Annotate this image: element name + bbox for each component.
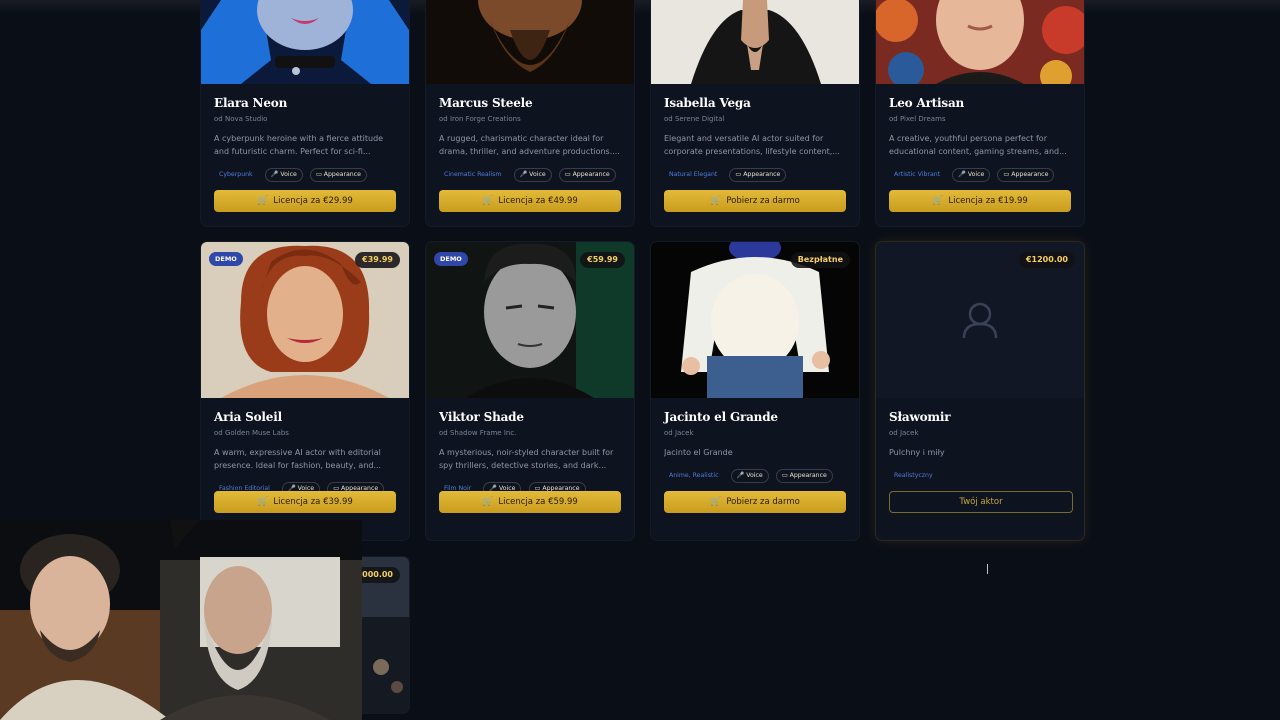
voice-tag: 🎤 Voice	[264, 167, 303, 182]
demo-badge: DEMO	[209, 252, 243, 266]
actor-author: od Golden Muse Labs	[214, 429, 289, 437]
actor-card-viktor-shade[interactable]: DEMO €59.99 Viktor Shade od Shadow Frame…	[426, 242, 634, 540]
actor-name: Sławomir	[889, 410, 951, 424]
actor-author: od Serene Digital	[664, 115, 725, 123]
actor-card-aria-soleil[interactable]: DEMO €39.99 Aria Soleil od Golden Muse L…	[201, 242, 409, 540]
cart-icon: 🛒	[257, 196, 269, 206]
actor-image: DEMO €39.99	[201, 242, 409, 398]
actor-author: od Iron Forge Creations	[439, 115, 521, 123]
voice-tag: 🎤 Voice	[730, 468, 769, 483]
your-actor-button[interactable]: Twój aktor	[889, 491, 1073, 513]
tag-list: Cinematic Realism 🎤 Voice ▭ Appearance	[439, 164, 621, 182]
appearance-tag: ▭ Appearance	[558, 167, 616, 182]
actor-author: od Nova Studio	[214, 115, 268, 123]
actor-card-slawomir[interactable]: €1200.00 Sławomir od Jacek Pulchny i mił…	[876, 242, 1084, 540]
actor-description: Jacinto el Grande	[664, 448, 733, 457]
tag-list: Artistic Vibrant 🎤 Voice ▭ Appearance	[889, 164, 1071, 182]
actor-image	[651, 0, 859, 84]
style-tag: Cyberpunk	[219, 170, 253, 178]
license-button[interactable]: 🛒 Licencja za €49.99	[439, 190, 621, 212]
license-button[interactable]: 🛒 Licencja za €29.99	[214, 190, 396, 212]
price-badge: €39.99	[355, 252, 400, 268]
actor-card-jacinto-el-grande[interactable]: Bezpłatne Jacinto el Grande od Jacek Jac…	[651, 242, 859, 540]
tag-list: Film Noir 🎤 Voice ▭ Appearance	[439, 478, 621, 496]
actor-name: Leo Artisan	[889, 96, 965, 110]
actor-name: Marcus Steele	[439, 96, 533, 110]
tag-list: Realistyczny	[889, 465, 1071, 479]
price-badge: €59.99	[580, 252, 625, 268]
actor-image	[426, 0, 634, 84]
voice-tag: 🎤 Voice	[952, 167, 991, 182]
webcam-overlay	[0, 520, 362, 720]
actor-name: Elara Neon	[214, 96, 288, 110]
style-tag: Natural Elegant	[669, 170, 718, 178]
actor-image	[201, 0, 409, 84]
license-button[interactable]: 🛒 Licencja za €39.99	[214, 491, 396, 513]
tag-list: Anime, Realistic 🎤 Voice ▭ Appearance	[664, 465, 846, 483]
actor-author: od Shadow Frame Inc.	[439, 429, 517, 437]
actor-description: A creative, youthful persona perfect for…	[889, 134, 1067, 156]
actor-description: A cyberpunk heroine with a fierce attitu…	[214, 134, 384, 156]
top-fade	[0, 0, 1280, 14]
price-badge: Bezpłatne	[790, 252, 850, 268]
actor-card-isabella-vega[interactable]: Isabella Vega od Serene Digital Elegant …	[651, 0, 859, 226]
license-button[interactable]: 🛒 Licencja za €19.99	[889, 190, 1071, 212]
actor-image: DEMO €59.99	[426, 242, 634, 398]
cart-icon: 🛒	[257, 497, 269, 507]
price-badge: €1200.00	[1018, 252, 1075, 268]
actor-author: od Jacek	[664, 429, 694, 437]
actor-card-marcus-steele[interactable]: Marcus Steele od Iron Forge Creations A …	[426, 0, 634, 226]
actor-description: Pulchny i miły	[889, 448, 945, 457]
actor-image: Bezpłatne	[651, 242, 859, 398]
cart-icon: 🛒	[482, 497, 494, 507]
actor-name: Jacinto el Grande	[664, 410, 778, 424]
style-tag: Realistyczny	[894, 471, 933, 479]
text-cursor	[987, 564, 988, 574]
download-free-button[interactable]: 🛒 Pobierz za darmo	[664, 491, 846, 513]
appearance-tag: ▭ Appearance	[309, 167, 367, 182]
actor-image-placeholder: €1200.00	[876, 242, 1084, 398]
appearance-tag: ▭ Appearance	[997, 167, 1055, 182]
actor-author: od Pixel Dreams	[889, 115, 946, 123]
actor-author: od Jacek	[889, 429, 919, 437]
style-tag: Artistic Vibrant	[894, 170, 941, 178]
license-button[interactable]: 🛒 Licencja za €59.99	[439, 491, 621, 513]
appearance-tag: ▭ Appearance	[775, 468, 833, 483]
actor-name: Aria Soleil	[214, 410, 282, 424]
voice-tag: 🎤 Voice	[513, 167, 552, 182]
style-tag: Anime, Realistic	[669, 471, 719, 479]
cart-icon: 🛒	[482, 196, 494, 206]
actor-card-elara-neon[interactable]: Elara Neon od Nova Studio A cyberpunk he…	[201, 0, 409, 226]
actor-card-leo-artisan[interactable]: Leo Artisan od Pixel Dreams A creative, …	[876, 0, 1084, 226]
actor-image	[876, 0, 1084, 84]
cart-icon: 🛒	[710, 196, 722, 206]
appearance-tag: ▭ Appearance	[729, 167, 787, 182]
download-free-button[interactable]: 🛒 Pobierz za darmo	[664, 190, 846, 212]
tag-list: Fashion Editorial 🎤 Voice ▭ Appearance	[214, 478, 396, 496]
actor-description: Elegant and versatile AI actor suited fo…	[664, 134, 840, 156]
actor-name: Isabella Vega	[664, 96, 751, 110]
tag-list: Natural Elegant ▭ Appearance	[664, 164, 846, 182]
actor-name: Viktor Shade	[439, 410, 524, 424]
style-tag: Cinematic Realism	[444, 170, 502, 178]
cart-icon: 🛒	[710, 497, 722, 507]
actor-description: A mysterious, noir-styled character buil…	[439, 448, 614, 470]
cart-icon: 🛒	[932, 196, 944, 206]
demo-badge: DEMO	[434, 252, 468, 266]
actor-description: A rugged, charismatic character ideal fo…	[439, 134, 620, 156]
tag-list: Cyberpunk 🎤 Voice ▭ Appearance	[214, 164, 396, 182]
actor-description: A warm, expressive AI actor with editori…	[214, 448, 382, 470]
